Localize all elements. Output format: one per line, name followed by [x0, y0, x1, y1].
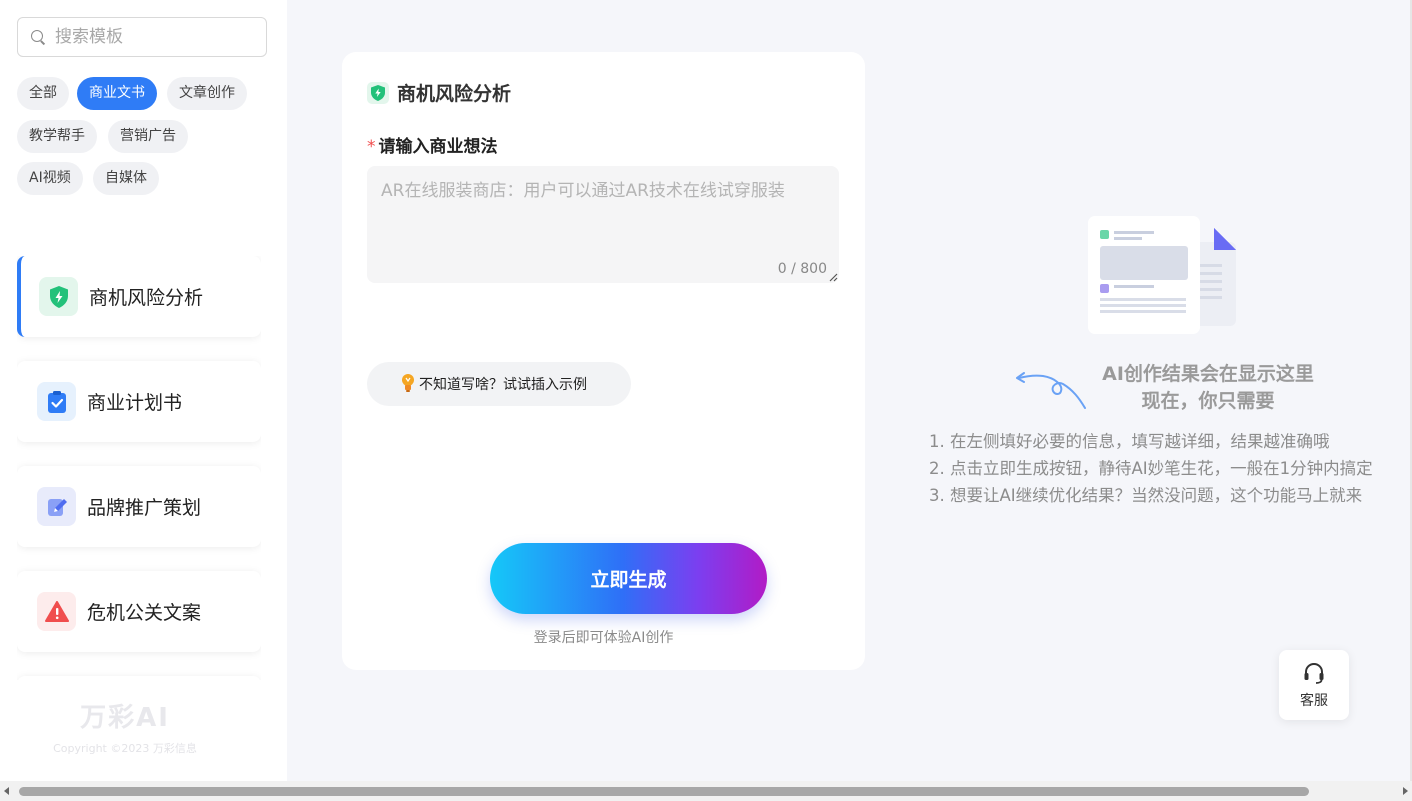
instruction-step: 2. 点击立即生成按钮，静待AI妙笔生花，一般在1分钟内搞定	[929, 459, 1373, 478]
customer-service-label: 客服	[1300, 692, 1328, 709]
lightbulb-icon	[402, 374, 414, 392]
template-card-brand-promotion[interactable]: 品牌推广策划	[17, 466, 261, 547]
scroll-left-arrow-icon[interactable]	[4, 787, 9, 795]
field-label: * 请输入商业想法	[367, 132, 498, 157]
search-input[interactable]	[55, 27, 245, 47]
horizontal-scroll-thumb[interactable]	[19, 787, 1309, 796]
shield-bolt-icon	[367, 81, 389, 104]
field-label-text: 请输入商业想法	[378, 137, 498, 157]
template-card-crisis-pr[interactable]: 危机公关文案	[17, 571, 261, 652]
search-icon	[30, 29, 46, 45]
chip-all[interactable]: 全部	[17, 77, 69, 110]
sidebar: 全部 商业文书 文章创作 教学帮手 营销广告 AI视频 自媒体 商机风险分析 商…	[0, 0, 287, 781]
form-title-text: 商机风险分析	[397, 83, 512, 105]
chip-business-docs[interactable]: 商业文书	[77, 77, 157, 110]
chip-ai-video[interactable]: AI视频	[17, 162, 83, 195]
required-mark: *	[367, 137, 376, 157]
form-panel: 商机风险分析 *请输入商业想法 0 / 800 不知道写啥？试试插入示例 立即生…	[342, 52, 865, 670]
clipboard-check-icon	[37, 382, 76, 421]
business-idea-field: 0 / 800	[367, 166, 839, 283]
scroll-right-arrow-icon[interactable]	[1403, 787, 1408, 795]
template-card-partial[interactable]	[17, 676, 261, 680]
instruction-step: 3. 想要让AI继续优化结果？当然没问题，这个功能马上就来	[929, 486, 1363, 505]
template-label: 品牌推广策划	[87, 497, 202, 519]
template-label: 商业计划书	[87, 392, 183, 414]
resize-handle-icon[interactable]	[828, 272, 838, 282]
shield-bolt-icon	[39, 277, 78, 316]
warning-icon	[37, 592, 76, 631]
chip-article-writing[interactable]: 文章创作	[167, 77, 247, 110]
insert-example-button[interactable]: 不知道写啥？试试插入示例	[367, 362, 631, 406]
template-label: 危机公关文案	[87, 602, 202, 624]
pen-edit-icon	[37, 487, 76, 526]
chip-teaching-helper[interactable]: 教学帮手	[17, 120, 97, 153]
template-list: 商机风险分析 商业计划书 品牌推广策划 危机公关文案	[17, 256, 261, 680]
headset-icon	[1304, 662, 1324, 684]
search-box[interactable]	[17, 17, 267, 57]
template-label: 商机风险分析	[89, 287, 204, 309]
copyright-text: Copyright ©2023 万彩信息	[53, 742, 197, 755]
result-title-line2: 现在，你只需要	[1141, 390, 1275, 412]
customer-service-button[interactable]: 客服	[1279, 650, 1349, 720]
brand-footer: 万彩AI Copyright ©2023 万彩信息	[0, 697, 250, 756]
document-illustration-icon	[1088, 216, 1236, 334]
instructions-list: 1. 在左侧填好必要的信息，填写越详细，结果越准确哦 2. 点击立即生成按钮，静…	[929, 428, 1373, 509]
login-hint: 登录后即可体验AI创作	[533, 630, 674, 646]
result-placeholder-title: AI创作结果会在显示这里 现在，你只需要	[1058, 361, 1358, 415]
char-counter: 0 / 800	[777, 261, 827, 277]
horizontal-scrollbar[interactable]	[0, 781, 1412, 801]
chip-self-media[interactable]: 自媒体	[93, 162, 159, 195]
instruction-step: 1. 在左侧填好必要的信息，填写越详细，结果越准确哦	[929, 432, 1330, 451]
business-idea-textarea[interactable]	[367, 166, 839, 283]
brand-logo: 万彩AI	[80, 703, 170, 733]
result-title-line1: AI创作结果会在显示这里	[1102, 363, 1314, 385]
generate-button[interactable]: 立即生成	[490, 543, 767, 614]
template-card-business-plan[interactable]: 商业计划书	[17, 361, 261, 442]
form-title: 商机风险分析	[367, 79, 511, 106]
chip-marketing-ads[interactable]: 营销广告	[108, 120, 188, 153]
template-card-business-risk[interactable]: 商机风险分析	[17, 256, 261, 337]
insert-example-label: 不知道写啥？试试插入示例	[419, 377, 587, 393]
